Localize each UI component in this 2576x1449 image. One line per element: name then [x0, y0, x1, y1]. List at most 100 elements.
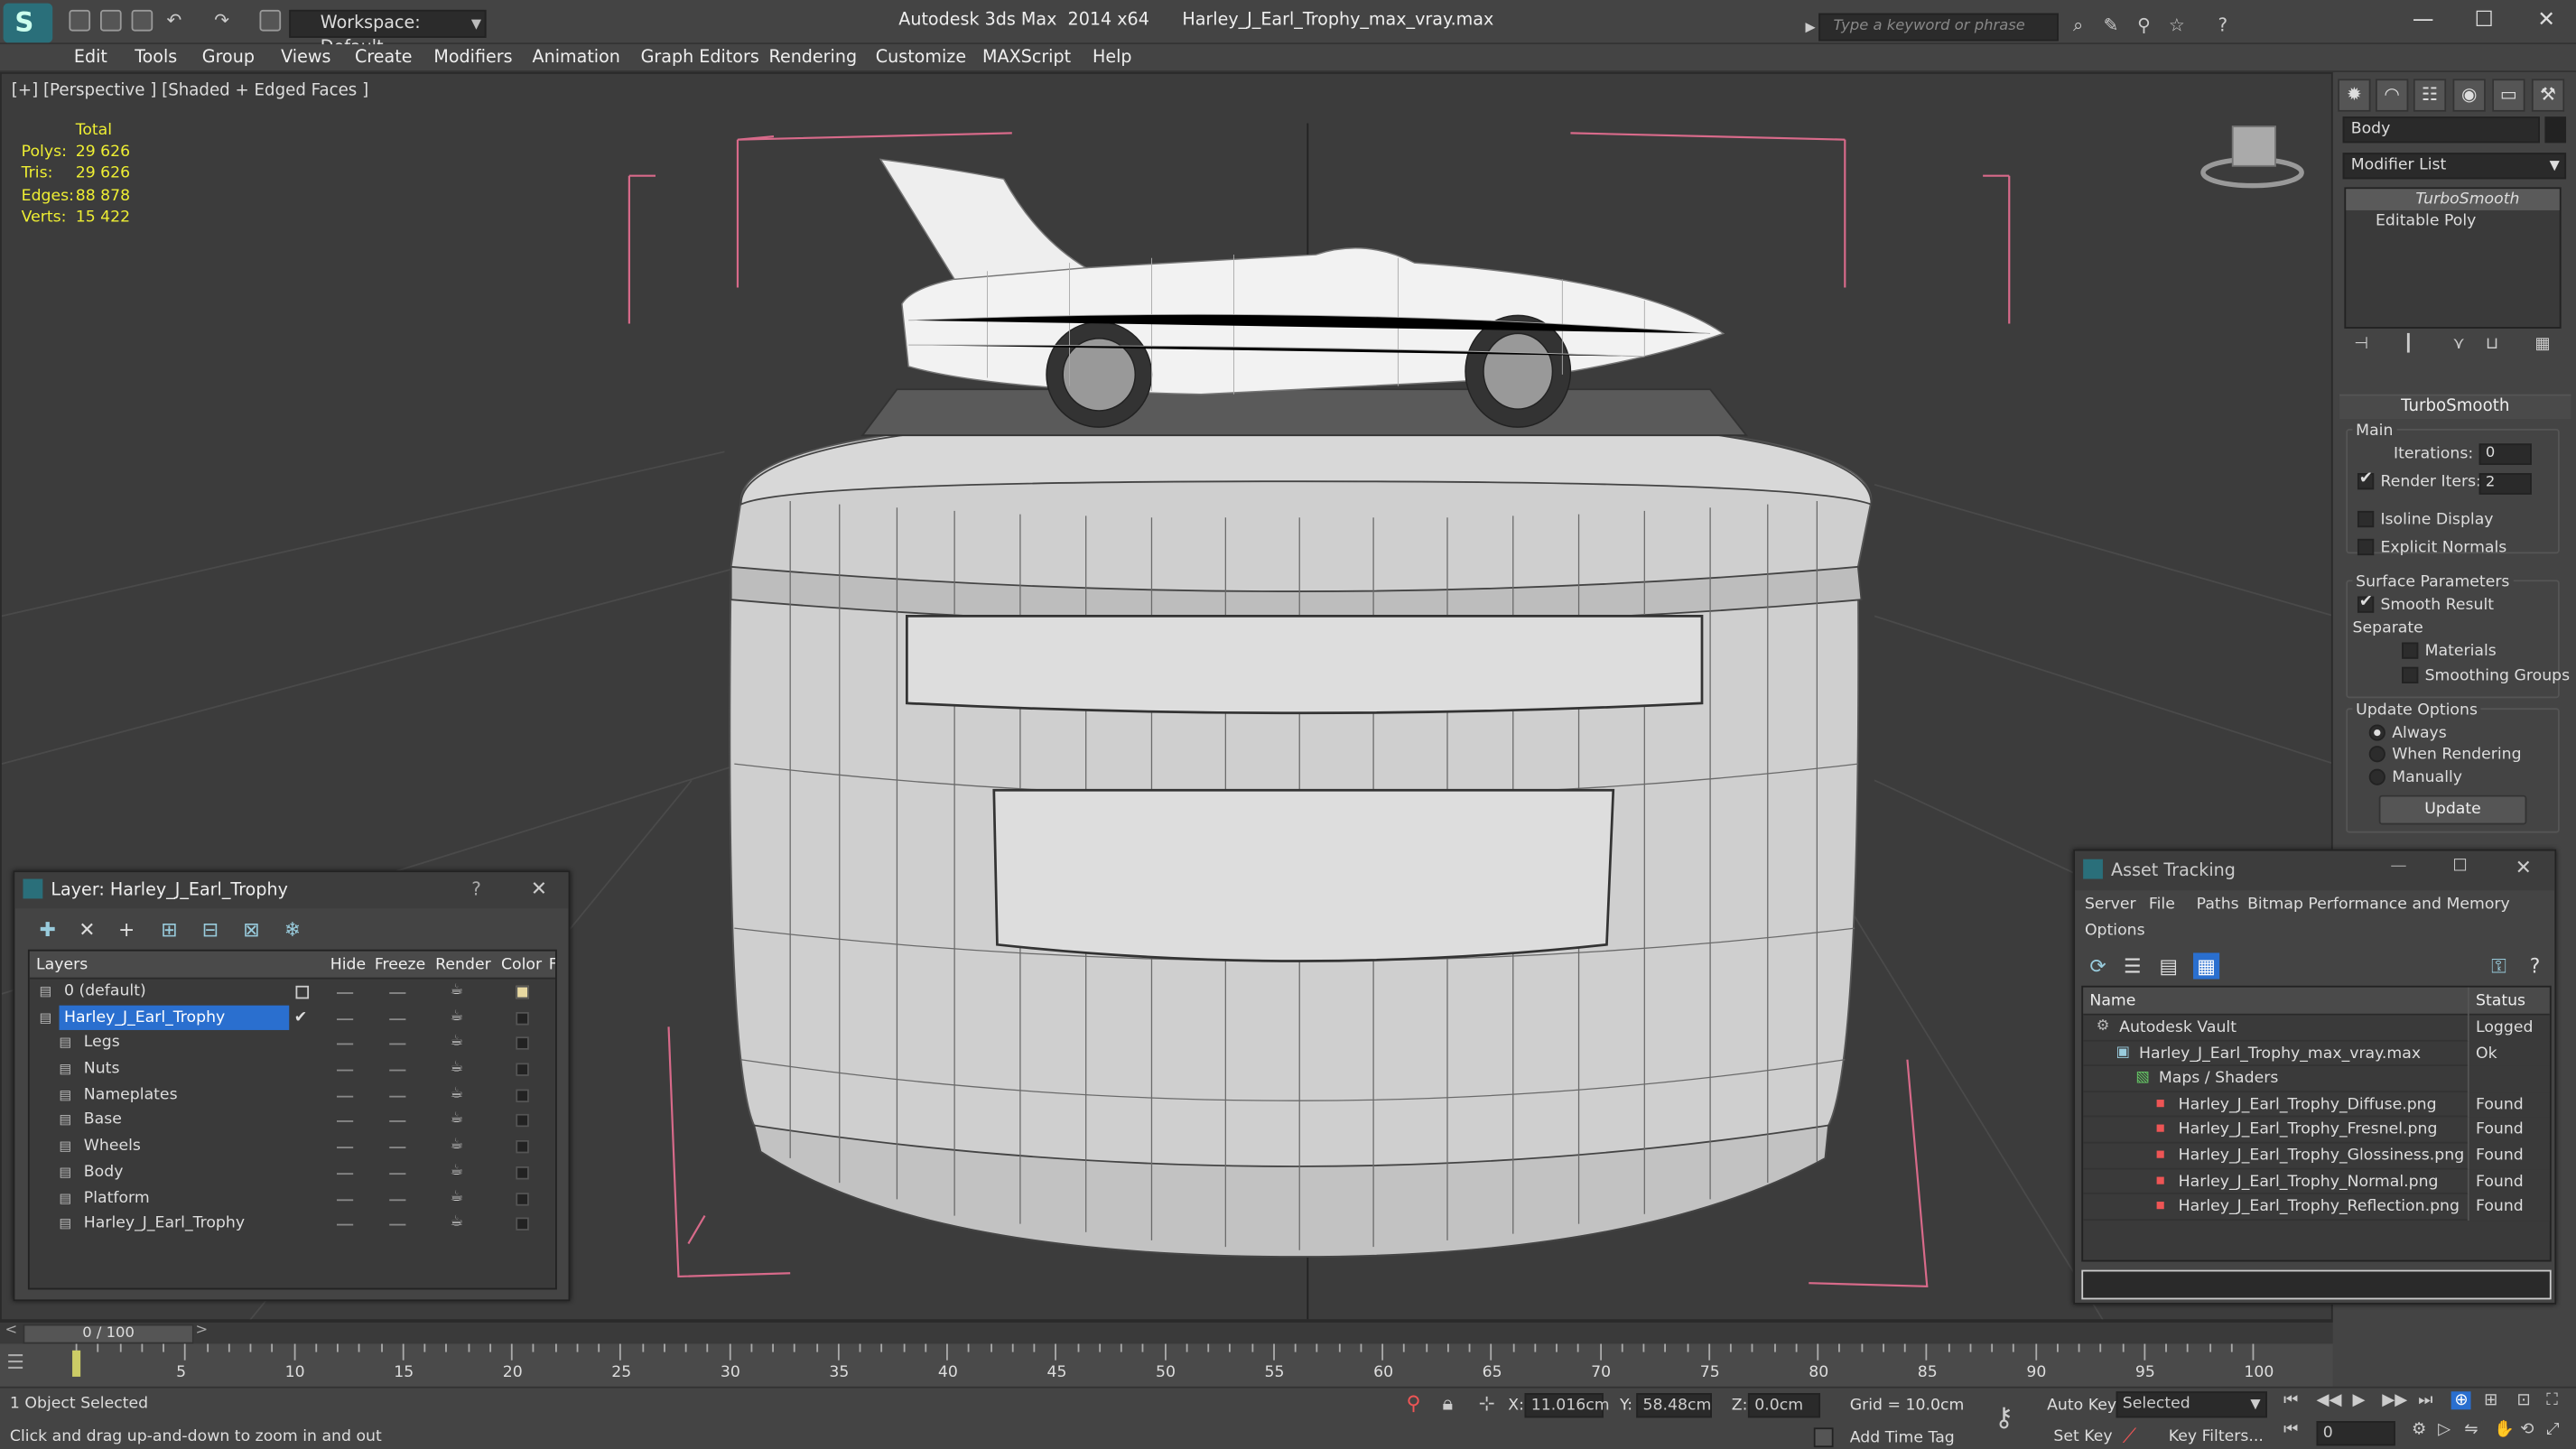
- asset-row[interactable]: ▪ Harley_J_Earl_Trophy_Reflection.png Foun…: [2083, 1194, 2550, 1221]
- motion-tab-icon[interactable]: ◉: [2452, 79, 2486, 112]
- manually-radio[interactable]: Manually: [2368, 768, 2462, 787]
- layer-row[interactable]: ▤ Nuts ☕︎: [30, 1056, 555, 1082]
- render-teapot-icon[interactable]: ☕︎: [451, 1031, 464, 1057]
- layer-name[interactable]: Platform: [79, 1185, 154, 1212]
- create-tab-icon[interactable]: ✹: [2338, 79, 2371, 112]
- layer-name[interactable]: Wheels: [79, 1134, 145, 1160]
- current-layer-indicator[interactable]: [295, 985, 310, 999]
- freeze-toggle[interactable]: [389, 1147, 406, 1149]
- col-layers[interactable]: Layers: [36, 952, 88, 980]
- stack-item-turbosmooth[interactable]: TurboSmooth: [2346, 189, 2560, 210]
- layer-name[interactable]: Harley_J_Earl_Trophy: [59, 1005, 290, 1031]
- time-marker[interactable]: [72, 1350, 81, 1377]
- pin-stack-icon[interactable]: ⊣: [2354, 335, 2368, 353]
- zoom-extents-icon[interactable]: ⊡: [2516, 1391, 2530, 1409]
- selection-lock-icon[interactable]: 🔒︎: [1443, 1391, 1454, 1416]
- minimize-icon[interactable]: —: [2390, 858, 2406, 876]
- hide-toggle[interactable]: [336, 992, 354, 994]
- freeze-toggle[interactable]: [389, 1120, 406, 1123]
- asset-menu-paths[interactable]: Paths: [2197, 896, 2239, 914]
- menu-group[interactable]: Group: [202, 48, 255, 68]
- show-end-result-icon[interactable]: ┃: [2404, 335, 2413, 353]
- freeze-toggle[interactable]: [389, 1224, 406, 1226]
- maximize-viewport-icon[interactable]: ⛶: [2546, 1391, 2558, 1409]
- col-f[interactable]: F: [549, 952, 555, 980]
- layer-row[interactable]: ▤ Body ☕︎: [30, 1159, 555, 1185]
- layer-color-swatch[interactable]: [516, 1036, 529, 1051]
- help-icon[interactable]: ?: [471, 879, 481, 901]
- refresh-icon[interactable]: ⟳: [2085, 952, 2111, 979]
- make-unique-icon[interactable]: ⋎: [2453, 335, 2465, 353]
- menu-animation[interactable]: Animation: [533, 48, 620, 68]
- layer-color-swatch[interactable]: [516, 1063, 529, 1077]
- menu-rendering[interactable]: Rendering: [769, 48, 858, 68]
- grid-view-icon[interactable]: ▦: [2193, 952, 2220, 980]
- col-status[interactable]: Status: [2467, 987, 2525, 1016]
- go-to-end-icon[interactable]: ⏭: [2418, 1391, 2432, 1409]
- layer-color-swatch[interactable]: [516, 985, 529, 999]
- asset-row[interactable]: ▪ Harley_J_Earl_Trophy_Fresnel.png Found: [2083, 1118, 2550, 1144]
- configure-sets-icon[interactable]: ▦: [2534, 335, 2550, 353]
- layer-color-swatch[interactable]: [516, 1114, 529, 1129]
- table-view-icon[interactable]: ▤: [2155, 952, 2181, 979]
- menu-modifiers[interactable]: Modifiers: [433, 48, 512, 68]
- menu-edit[interactable]: Edit: [74, 48, 107, 68]
- open-file-icon[interactable]: [99, 9, 122, 32]
- rollout-title[interactable]: TurboSmooth: [2339, 395, 2571, 420]
- add-time-tag[interactable]: Add Time Tag: [1850, 1429, 1955, 1447]
- layer-name[interactable]: Harley_J_Earl_Trophy: [79, 1211, 249, 1237]
- hide-toggle[interactable]: [336, 1198, 354, 1201]
- viewport-label[interactable]: [+] [Perspective ] [Shaded + Edged Faces…: [12, 82, 368, 100]
- layer-row[interactable]: ▤ Wheels ☕︎: [30, 1134, 555, 1160]
- binoculars-icon[interactable]: ⌕: [2067, 14, 2089, 37]
- current-frame-field[interactable]: 0: [2316, 1421, 2395, 1446]
- layer-color-swatch[interactable]: [516, 1140, 529, 1154]
- render-iters-checkbox[interactable]: Render Iters:: [2357, 469, 2481, 491]
- layer-row[interactable]: ▤ Harley_J_Earl_Trophy ☕︎: [30, 1211, 555, 1237]
- modify-tab-icon[interactable]: ◠: [2375, 79, 2409, 112]
- freeze-toggle[interactable]: [389, 1044, 406, 1046]
- isoline-display-checkbox[interactable]: Isoline Display: [2357, 510, 2494, 529]
- new-layer-icon[interactable]: ✚: [34, 916, 60, 943]
- hide-toggle[interactable]: [336, 1044, 354, 1046]
- freeze-toggle[interactable]: [389, 1095, 406, 1098]
- layer-color-swatch[interactable]: [516, 1011, 529, 1025]
- menu-help[interactable]: Help: [1093, 48, 1132, 68]
- menu-customize[interactable]: Customize: [876, 48, 966, 68]
- layer-row[interactable]: ▤ 0 (default) ☕︎: [30, 980, 555, 1006]
- layer-color-swatch[interactable]: [516, 1192, 529, 1205]
- previous-frame-icon[interactable]: ◀◀: [2316, 1391, 2341, 1409]
- render-teapot-icon[interactable]: ☕︎: [451, 1005, 464, 1031]
- menu-create[interactable]: Create: [355, 48, 412, 68]
- close-icon[interactable]: ✕: [2516, 856, 2532, 878]
- play-icon[interactable]: ▶: [2353, 1391, 2366, 1409]
- layer-color-swatch[interactable]: [516, 1166, 529, 1180]
- highlight-layer-icon[interactable]: ⊟: [197, 916, 223, 943]
- time-tag-icon[interactable]: [1813, 1427, 1834, 1448]
- object-color-swatch[interactable]: [2544, 116, 2567, 144]
- menu-tools[interactable]: Tools: [135, 48, 177, 68]
- hide-all-icon[interactable]: ⊠: [238, 916, 265, 943]
- utilities-tab-icon[interactable]: ⚒: [2531, 79, 2565, 112]
- layer-row[interactable]: ▤ Nameplates ☕︎: [30, 1082, 555, 1109]
- object-name-field[interactable]: Body: [2342, 116, 2540, 144]
- z-coordinate-field[interactable]: 0.0cm: [1747, 1393, 1821, 1418]
- isolate-selection-icon[interactable]: ⚲: [1406, 1391, 1420, 1414]
- update-button[interactable]: Update: [2378, 794, 2527, 825]
- help-icon[interactable]: ?: [2211, 14, 2234, 37]
- set-key-icon[interactable]: ⟋: [2123, 1425, 2136, 1449]
- time-config-icon[interactable]: ⚙: [2412, 1421, 2426, 1439]
- field-of-view-icon[interactable]: ▷: [2438, 1421, 2450, 1439]
- explicit-normals-checkbox[interactable]: Explicit Normals: [2357, 538, 2506, 557]
- col-color[interactable]: Color: [501, 952, 542, 980]
- zoom-icon[interactable]: ⊕: [2450, 1391, 2472, 1410]
- communication-icon[interactable]: ⚲: [2133, 14, 2155, 37]
- menu-views[interactable]: Views: [281, 48, 330, 68]
- select-objects-icon[interactable]: ⊞: [156, 916, 182, 943]
- layer-name[interactable]: Base: [79, 1108, 126, 1134]
- x-coordinate-field[interactable]: 11.016cm: [1524, 1393, 1610, 1418]
- modifier-stack[interactable]: TurboSmooth Editable Poly: [2344, 187, 2562, 329]
- asset-row[interactable]: ▪ Harley_J_Earl_Trophy_Normal.png Found: [2083, 1168, 2550, 1195]
- col-render[interactable]: Render: [435, 952, 491, 980]
- next-frame-icon[interactable]: ▶▶: [2382, 1391, 2407, 1409]
